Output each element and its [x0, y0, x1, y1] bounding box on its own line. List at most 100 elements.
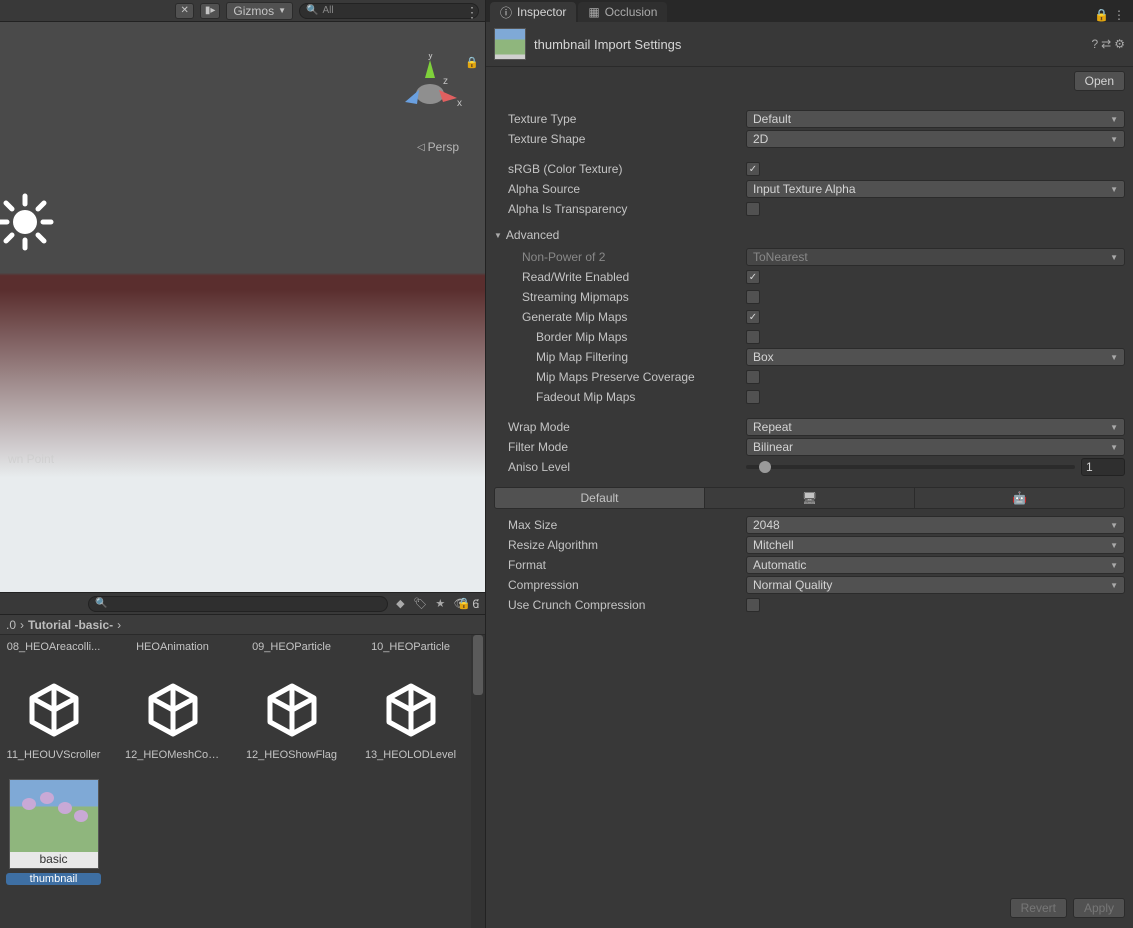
monitor-icon: 🖥 — [802, 491, 817, 505]
preset-icon[interactable]: ⇄ — [1101, 37, 1111, 51]
platform-tab-standalone[interactable]: 🖥 — [705, 488, 915, 508]
max-size-dropdown[interactable]: 2048▼ — [746, 516, 1125, 534]
panel-menu-icon[interactable]: ⋮ — [465, 4, 479, 21]
inspector-footer: Revert Apply — [486, 888, 1133, 928]
read-write-checkbox[interactable]: ✓ — [746, 270, 760, 284]
platform-tab-default[interactable]: Default — [495, 488, 705, 508]
filter-mode-label: Filter Mode — [494, 440, 746, 454]
panel-menu-icon[interactable]: ⋮ — [1113, 8, 1125, 22]
texture-type-dropdown[interactable]: Default▼ — [746, 110, 1125, 128]
aniso-value-field[interactable]: 1 — [1081, 458, 1125, 476]
unity-scene-icon — [19, 675, 89, 745]
compression-dropdown[interactable]: Normal Quality▼ — [746, 576, 1125, 594]
asset-item-selected[interactable]: thumbnail — [6, 779, 101, 885]
compression-label: Compression — [494, 578, 746, 592]
scene-view: ✕ ▮▸ Gizmos ▼ 🔍 All ⋮ 🔒 y x z — [0, 0, 485, 593]
breadcrumb-item[interactable]: Tutorial -basic- — [28, 618, 113, 632]
alpha-source-dropdown[interactable]: Input Texture Alpha▼ — [746, 180, 1125, 198]
resize-algo-dropdown[interactable]: Mitchell▼ — [746, 536, 1125, 554]
camera-icon[interactable]: ▮▸ — [200, 3, 221, 19]
lock-icon[interactable]: 🔒 — [465, 56, 479, 69]
open-button[interactable]: Open — [1074, 71, 1125, 91]
format-label: Format — [494, 558, 746, 572]
asset-item[interactable]: 08_HEOAreacolli... — [6, 641, 101, 657]
directional-light-icon[interactable] — [0, 192, 55, 252]
asset-item[interactable]: 12_HEOMeshColli... — [125, 675, 220, 761]
border-mip-checkbox[interactable] — [746, 330, 760, 344]
asset-grid[interactable]: 08_HEOAreacolli... HEOAnimation 09_HEOPa… — [0, 635, 485, 928]
srgb-label: sRGB (Color Texture) — [494, 162, 746, 176]
unity-scene-icon — [257, 675, 327, 745]
aniso-slider[interactable] — [746, 465, 1075, 469]
asset-title: thumbnail Import Settings — [534, 37, 1083, 52]
search-icon: 🔍 — [95, 598, 107, 609]
info-icon: ⓘ — [500, 4, 512, 21]
max-size-label: Max Size — [494, 518, 746, 532]
srgb-checkbox[interactable]: ✓ — [746, 162, 760, 176]
lock-icon[interactable]: 🔒 — [1094, 8, 1109, 22]
breadcrumb-item[interactable]: .0 — [6, 618, 16, 632]
generate-mip-checkbox[interactable]: ✓ — [746, 310, 760, 324]
mip-preserve-label: Mip Maps Preserve Coverage — [494, 370, 746, 384]
filter-label-icon[interactable]: 🏷 — [412, 596, 428, 612]
advanced-foldout[interactable]: ▼ Advanced — [494, 225, 1125, 245]
format-dropdown[interactable]: Automatic▼ — [746, 556, 1125, 574]
gizmos-dropdown[interactable]: Gizmos ▼ — [226, 2, 293, 20]
asset-item[interactable]: HEOAnimation — [125, 641, 220, 657]
axis-gizmo[interactable]: y x z — [395, 54, 465, 124]
border-mip-label: Border Mip Maps — [494, 330, 746, 344]
thumbnail-preview — [9, 779, 99, 869]
gizmos-label: Gizmos — [233, 4, 274, 18]
texture-type-label: Texture Type — [494, 112, 746, 126]
spawn-point-label: wn Point — [8, 452, 54, 466]
asset-item[interactable]: 10_HEOParticle — [363, 641, 458, 657]
wrap-mode-label: Wrap Mode — [494, 420, 746, 434]
chevron-right-icon: › — [20, 618, 24, 632]
fadeout-checkbox[interactable] — [746, 390, 760, 404]
panel-menu-icon[interactable]: ⋮ — [470, 596, 486, 612]
project-toolbar: 🔒 ⋮ 🔍 ◆ 🏷 ★ 👁 6 — [0, 593, 485, 615]
scene-canvas[interactable]: 🔒 y x z ◁Persp — [0, 22, 485, 592]
read-write-label: Read/Write Enabled — [494, 270, 746, 284]
scrollbar[interactable] — [471, 635, 485, 928]
alpha-transparency-checkbox[interactable] — [746, 202, 760, 216]
inspector-body: Texture Type Default▼ Texture Shape 2D▼ … — [486, 99, 1133, 888]
asset-item[interactable]: 13_HEOLODLevel — [363, 675, 458, 761]
occlusion-icon: ▦ — [588, 5, 599, 19]
revert-button[interactable]: Revert — [1010, 898, 1067, 918]
alpha-transparency-label: Alpha Is Transparency — [494, 202, 746, 216]
svg-text:y: y — [428, 54, 433, 61]
unity-scene-icon — [376, 675, 446, 745]
mip-filter-dropdown[interactable]: Box▼ — [746, 348, 1125, 366]
streaming-checkbox[interactable] — [746, 290, 760, 304]
inspector-tabs: ⓘ Inspector ▦ Occlusion 🔒 ⋮ — [486, 0, 1133, 22]
favorite-icon[interactable]: ★ — [432, 596, 448, 612]
tab-occlusion[interactable]: ▦ Occlusion — [578, 2, 667, 22]
asset-item[interactable]: 12_HEOShowFlag — [244, 675, 339, 761]
project-search[interactable]: 🔍 — [88, 596, 388, 612]
non-power-dropdown: ToNearest▼ — [746, 248, 1125, 266]
texture-shape-label: Texture Shape — [494, 132, 746, 146]
texture-shape-dropdown[interactable]: 2D▼ — [746, 130, 1125, 148]
tab-inspector[interactable]: ⓘ Inspector — [490, 2, 576, 22]
filter-mode-dropdown[interactable]: Bilinear▼ — [746, 438, 1125, 456]
tools-icon[interactable]: ✕ — [175, 3, 193, 19]
mip-filter-label: Mip Map Filtering — [494, 350, 746, 364]
wrap-mode-dropdown[interactable]: Repeat▼ — [746, 418, 1125, 436]
scene-search[interactable]: 🔍 All — [299, 3, 479, 19]
project-view: 🔒 ⋮ 🔍 ◆ 🏷 ★ 👁 6 .0 › Tutorial -basic- › … — [0, 593, 485, 928]
filter-type-icon[interactable]: ◆ — [392, 596, 408, 612]
perspective-label[interactable]: ◁Persp — [417, 140, 459, 154]
asset-thumbnail — [494, 28, 526, 60]
streaming-label: Streaming Mipmaps — [494, 290, 746, 304]
crunch-checkbox[interactable] — [746, 598, 760, 612]
resize-algo-label: Resize Algorithm — [494, 538, 746, 552]
mip-preserve-checkbox[interactable] — [746, 370, 760, 384]
breadcrumb[interactable]: .0 › Tutorial -basic- › — [0, 615, 485, 635]
apply-button[interactable]: Apply — [1073, 898, 1125, 918]
help-icon[interactable]: ? — [1091, 37, 1098, 51]
settings-icon[interactable]: ⚙ — [1114, 37, 1125, 51]
asset-item[interactable]: 09_HEOParticle — [244, 641, 339, 657]
platform-tab-android[interactable]: 🤖 — [915, 488, 1124, 508]
asset-item[interactable]: 11_HEOUVScroller — [6, 675, 101, 761]
